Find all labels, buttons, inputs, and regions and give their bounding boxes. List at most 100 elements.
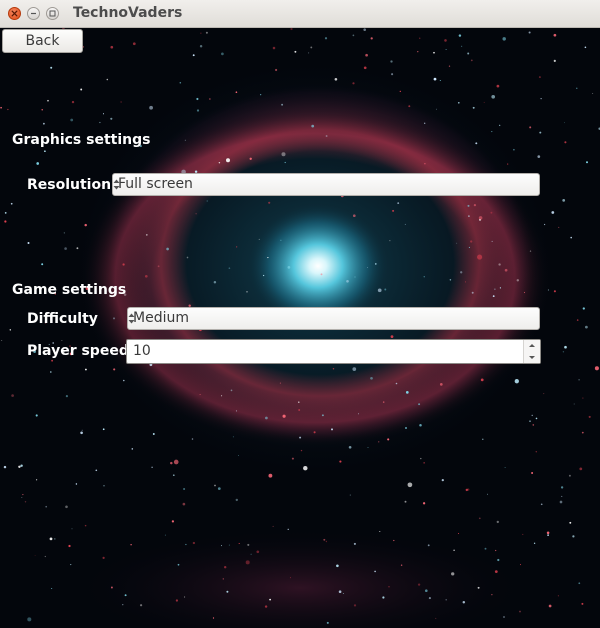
star bbox=[451, 572, 455, 576]
star bbox=[557, 595, 560, 597]
star bbox=[417, 51, 419, 53]
star bbox=[112, 317, 116, 320]
star bbox=[370, 376, 373, 380]
star bbox=[354, 276, 356, 278]
star bbox=[473, 203, 477, 207]
star bbox=[284, 161, 286, 164]
star bbox=[553, 33, 557, 37]
star bbox=[164, 534, 166, 536]
star bbox=[498, 263, 501, 266]
star bbox=[331, 428, 333, 431]
difficulty-label: Difficulty bbox=[27, 311, 98, 327]
star bbox=[214, 484, 216, 487]
star bbox=[321, 414, 324, 417]
close-icon[interactable] bbox=[8, 7, 21, 20]
star bbox=[588, 415, 591, 418]
star bbox=[535, 451, 537, 453]
star bbox=[499, 287, 501, 289]
star bbox=[269, 598, 271, 601]
star bbox=[294, 50, 297, 53]
star bbox=[507, 163, 509, 165]
star bbox=[477, 254, 483, 260]
star bbox=[405, 391, 409, 394]
star bbox=[561, 495, 563, 497]
star bbox=[171, 520, 175, 523]
star bbox=[435, 617, 437, 619]
star bbox=[551, 211, 555, 214]
star bbox=[494, 288, 496, 290]
star bbox=[529, 420, 531, 422]
player-speed-spinbox[interactable]: 10 bbox=[126, 339, 541, 364]
star bbox=[579, 467, 583, 471]
star bbox=[325, 135, 328, 137]
star bbox=[70, 118, 74, 122]
star bbox=[291, 457, 294, 460]
difficulty-value: Medium bbox=[133, 310, 189, 326]
star bbox=[504, 268, 508, 272]
star bbox=[433, 51, 435, 54]
star bbox=[388, 586, 390, 588]
star bbox=[131, 448, 134, 450]
star bbox=[539, 131, 542, 134]
star bbox=[184, 139, 186, 141]
star bbox=[152, 433, 155, 435]
star bbox=[395, 382, 398, 385]
back-button[interactable]: Back bbox=[2, 29, 83, 53]
star bbox=[553, 290, 556, 293]
star bbox=[27, 241, 30, 245]
star bbox=[592, 92, 594, 95]
star bbox=[538, 76, 541, 79]
resolution-select[interactable]: Full screen bbox=[112, 173, 540, 196]
star bbox=[149, 105, 153, 110]
star bbox=[336, 564, 339, 568]
star bbox=[195, 213, 197, 215]
star bbox=[399, 90, 401, 93]
star bbox=[427, 544, 430, 547]
star bbox=[249, 157, 252, 160]
graphics-settings-heading: Graphics settings bbox=[12, 132, 151, 148]
star bbox=[342, 593, 344, 595]
star bbox=[559, 500, 563, 504]
star bbox=[132, 42, 136, 46]
star bbox=[585, 325, 588, 329]
star bbox=[27, 617, 32, 622]
maximize-icon[interactable] bbox=[46, 7, 59, 20]
star bbox=[537, 155, 541, 158]
star bbox=[448, 65, 451, 67]
star bbox=[339, 460, 342, 463]
star bbox=[407, 482, 413, 488]
spin-up-icon[interactable] bbox=[524, 340, 540, 351]
star bbox=[353, 604, 357, 607]
star bbox=[102, 428, 105, 431]
star bbox=[378, 441, 380, 443]
star bbox=[196, 97, 199, 101]
star bbox=[562, 351, 565, 353]
star bbox=[513, 148, 515, 151]
star bbox=[564, 345, 567, 349]
star bbox=[102, 556, 105, 560]
star bbox=[250, 553, 252, 555]
star bbox=[484, 547, 487, 550]
star bbox=[352, 214, 356, 218]
star bbox=[363, 66, 367, 70]
star bbox=[199, 45, 203, 48]
spin-down-icon[interactable] bbox=[524, 352, 540, 363]
minimize-icon[interactable] bbox=[27, 7, 40, 20]
star bbox=[41, 263, 44, 266]
star bbox=[581, 431, 584, 434]
star bbox=[523, 291, 526, 294]
star bbox=[120, 101, 122, 103]
star bbox=[499, 124, 501, 126]
spin-buttons bbox=[523, 340, 540, 363]
star bbox=[480, 378, 484, 382]
star bbox=[256, 550, 260, 554]
star bbox=[547, 289, 549, 291]
star bbox=[569, 521, 572, 524]
star bbox=[205, 31, 208, 34]
star bbox=[349, 494, 351, 496]
difficulty-select[interactable]: Medium bbox=[127, 307, 540, 330]
star bbox=[268, 201, 271, 204]
star bbox=[80, 88, 83, 91]
star bbox=[353, 542, 356, 545]
updown-arrows-icon bbox=[113, 179, 120, 190]
